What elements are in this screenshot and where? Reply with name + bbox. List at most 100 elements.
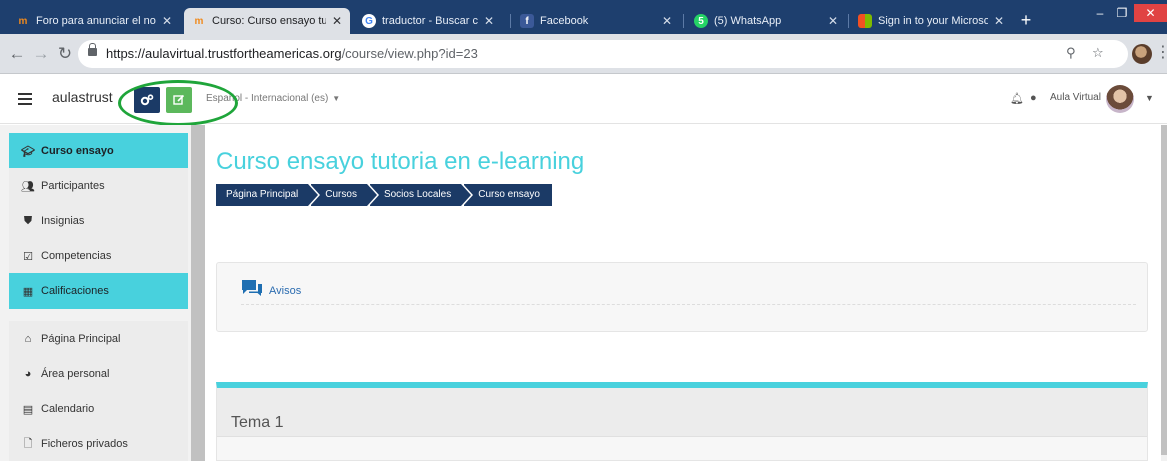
close-window-button[interactable]: ✕	[1134, 4, 1167, 22]
drawer-item-label: Calificaciones	[41, 285, 109, 297]
table-icon: ▦	[22, 285, 34, 298]
divider	[241, 304, 1136, 305]
browser-tab-microsoft[interactable]: Sign in to your Microsof ✕	[850, 8, 1012, 34]
profile-avatar[interactable]	[1132, 44, 1152, 64]
breadcrumb: Página Principal Cursos Socios Locales C…	[216, 184, 555, 206]
drawer-item-calificaciones[interactable]: ▦ Calificaciones	[9, 273, 188, 309]
browser-tab-facebook[interactable]: f Facebook ✕	[512, 8, 680, 34]
forum-link-avisos[interactable]: Avisos	[269, 285, 301, 297]
drawer-item-label: Área personal	[41, 368, 110, 380]
zoom-icon[interactable]: ⚲	[1066, 45, 1076, 61]
admin-settings-button[interactable]	[134, 87, 160, 113]
user-avatar[interactable]	[1106, 85, 1134, 113]
close-icon[interactable]: ✕	[994, 14, 1004, 28]
browser-tab-google[interactable]: G traductor - Buscar con G ✕	[354, 8, 502, 34]
reload-icon[interactable]: ↻	[54, 43, 76, 65]
site-navbar: aulastrust Español - Internacional (es) ▼…	[0, 75, 1167, 124]
edit-icon	[173, 94, 185, 105]
language-menu[interactable]: Español - Internacional (es) ▼	[206, 93, 340, 104]
tab-separator	[510, 14, 511, 28]
page-title: Curso ensayo tutoria en e-learning	[216, 148, 585, 175]
caret-down-icon[interactable]: ▼	[1145, 93, 1154, 103]
language-label: Español - Internacional (es)	[206, 93, 329, 104]
browser-toolbar: ← → ↻ https://aulavirtual.trustfortheame…	[0, 34, 1167, 74]
section-title[interactable]: Tema 1	[231, 414, 283, 432]
drawer-item-label: Página Principal	[41, 333, 121, 345]
drawer-item-participantes[interactable]: 👥︎ Participantes	[9, 168, 188, 204]
new-tab-button[interactable]: +	[1016, 10, 1036, 30]
users-icon: 👥︎	[21, 180, 35, 193]
drawer-item-label: Curso ensayo	[41, 145, 114, 157]
tab-title: Facebook	[540, 15, 589, 27]
tab-title: Sign in to your Microsof	[878, 15, 988, 27]
browser-tab-forum[interactable]: m Foro para anunciar el no ✕	[8, 8, 180, 34]
shield-icon: ⛊	[23, 214, 33, 227]
site-name[interactable]: aulastrust	[52, 89, 113, 105]
calendar-icon: ▤	[22, 403, 34, 416]
drawer-item-calendario[interactable]: ▤ Calendario	[9, 391, 188, 427]
drawer-item-label: Calendario	[41, 403, 95, 415]
more-menu-icon[interactable]: ⋮	[1155, 42, 1167, 62]
drawer-item-label: Ficheros privados	[41, 438, 128, 450]
address-bar[interactable]: https://aulavirtual.trustfortheamericas.…	[78, 40, 1128, 68]
screen: m Foro para anunciar el no ✕ m Curso: Cu…	[0, 0, 1167, 461]
drawer-item-label: Participantes	[41, 180, 105, 192]
home-icon: ⌂	[24, 333, 32, 345]
browser-tab-course[interactable]: m Curso: Curso ensayo tuto ✕	[184, 8, 350, 34]
page-scrollbar-thumb[interactable]	[1161, 125, 1167, 455]
close-icon[interactable]: ✕	[162, 14, 172, 28]
microsoft-icon	[858, 14, 872, 28]
drawer-item-ficheros-privados[interactable]: 🗋︎ Ficheros privados	[9, 426, 188, 461]
moodle-hat-icon: m	[18, 15, 28, 27]
star-icon[interactable]: ☆	[1092, 45, 1104, 61]
tab-title: traductor - Buscar con G	[382, 15, 478, 27]
restore-button[interactable]: ❐	[1112, 4, 1132, 22]
close-icon[interactable]: ✕	[484, 14, 494, 28]
url-host: https://aulavirtual.trustfortheamericas.…	[106, 46, 342, 61]
hamburger-menu-icon[interactable]	[18, 93, 32, 105]
forward-arrow-icon[interactable]: →	[30, 43, 52, 65]
course-announcements-card: Avisos	[216, 262, 1148, 332]
tachometer-icon: ◕	[24, 368, 32, 380]
breadcrumb-item[interactable]: Página Principal	[216, 184, 321, 206]
tab-separator	[683, 14, 684, 28]
close-icon[interactable]: ✕	[332, 14, 342, 28]
tab-separator	[848, 14, 849, 28]
breadcrumb-item[interactable]: Curso ensayo	[464, 184, 552, 206]
course-section: Tema 1	[216, 382, 1148, 461]
drawer-item-label: Competencias	[41, 250, 112, 262]
browser-tab-strip: m Foro para anunciar el no ✕ m Curso: Cu…	[0, 0, 1167, 34]
breadcrumb-item[interactable]: Socios Locales	[369, 184, 474, 206]
drawer-item-pagina-principal[interactable]: ⌂ Página Principal	[9, 321, 188, 357]
drawer-scrollbar[interactable]	[191, 125, 205, 461]
url-path: /course/view.php?id=23	[341, 46, 478, 61]
tab-title: Curso: Curso ensayo tuto	[212, 15, 326, 27]
close-icon[interactable]: ✕	[828, 14, 838, 28]
browser-tab-whatsapp[interactable]: 5 (5) WhatsApp ✕	[686, 8, 846, 34]
drawer-item-label: Insignias	[41, 215, 85, 227]
section-header: Tema 1	[217, 388, 1147, 437]
lock-icon	[88, 43, 97, 56]
whatsapp-icon: 5	[694, 14, 708, 28]
edit-mode-button[interactable]	[166, 87, 192, 113]
caret-down-icon: ▼	[332, 94, 341, 103]
facebook-icon: f	[520, 14, 534, 28]
url-text[interactable]: https://aulavirtual.trustfortheamericas.…	[106, 46, 478, 61]
google-icon: G	[362, 14, 376, 28]
bell-icon[interactable]: 🔔︎	[1010, 92, 1024, 105]
cogs-icon	[140, 94, 154, 106]
check-square-icon: ☑	[23, 250, 33, 263]
drawer-item-curso-ensayo[interactable]: 🎓︎ Curso ensayo	[9, 133, 188, 169]
close-icon[interactable]: ✕	[662, 14, 672, 28]
user-name[interactable]: Aula Virtual	[1050, 92, 1101, 103]
forum-icon	[242, 280, 262, 296]
minimize-button[interactable]: –	[1090, 4, 1110, 22]
chat-icon[interactable]: ●	[1030, 92, 1037, 104]
back-arrow-icon[interactable]: ←	[6, 43, 28, 65]
tab-title: Foro para anunciar el no	[36, 15, 156, 27]
drawer-item-area-personal[interactable]: ◕ Área personal	[9, 356, 188, 392]
graduation-cap-icon: 🎓︎	[21, 145, 35, 158]
drawer-item-insignias[interactable]: ⛊ Insignias	[9, 203, 188, 239]
drawer-item-competencias[interactable]: ☑ Competencias	[9, 238, 188, 274]
moodle-hat-icon: m	[194, 15, 204, 27]
